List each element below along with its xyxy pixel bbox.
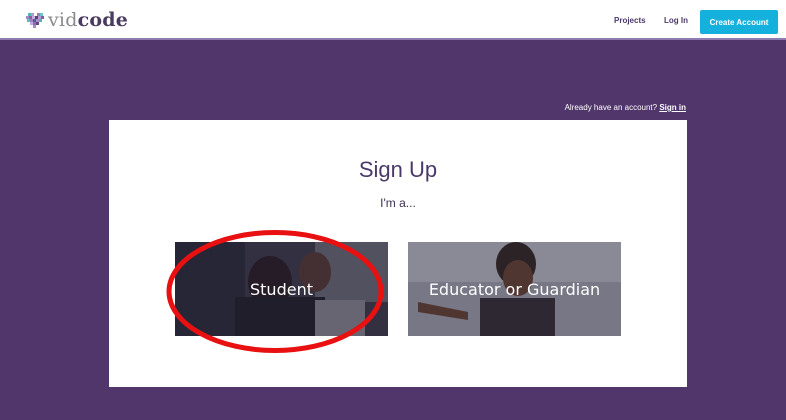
educator-option-label: Educator or Guardian (428, 279, 601, 299)
logo-wordmark: vidcode (48, 9, 128, 31)
create-account-button[interactable]: Create Account (700, 10, 778, 34)
projects-link[interactable]: Projects (614, 16, 646, 25)
educator-guardian-option[interactable]: Educator or Guardian (408, 242, 621, 336)
role-prompt: I'm a... (380, 196, 416, 210)
signin-prompt: Already have an account? Sign in (565, 103, 686, 112)
student-option-label: Student (250, 279, 313, 299)
signup-section: Already have an account? Sign in Sign Up… (0, 40, 786, 420)
top-nav-bar: vidcode Projects Log In Create Account (0, 0, 786, 40)
logo-text-light: vid (48, 9, 78, 31)
logo-text-bold: code (77, 9, 128, 31)
page-title: Sign Up (358, 157, 438, 182)
login-link[interactable]: Log In (664, 16, 688, 25)
signin-prompt-text: Already have an account? (564, 103, 658, 112)
vidcode-logo[interactable]: vidcode (26, 9, 128, 31)
signin-link[interactable]: Sign in (659, 103, 686, 112)
signup-card: Sign Up I'm a... Student Educator or Gua… (109, 120, 687, 387)
heart-icon (26, 13, 44, 28)
student-option[interactable]: Student (175, 242, 388, 336)
